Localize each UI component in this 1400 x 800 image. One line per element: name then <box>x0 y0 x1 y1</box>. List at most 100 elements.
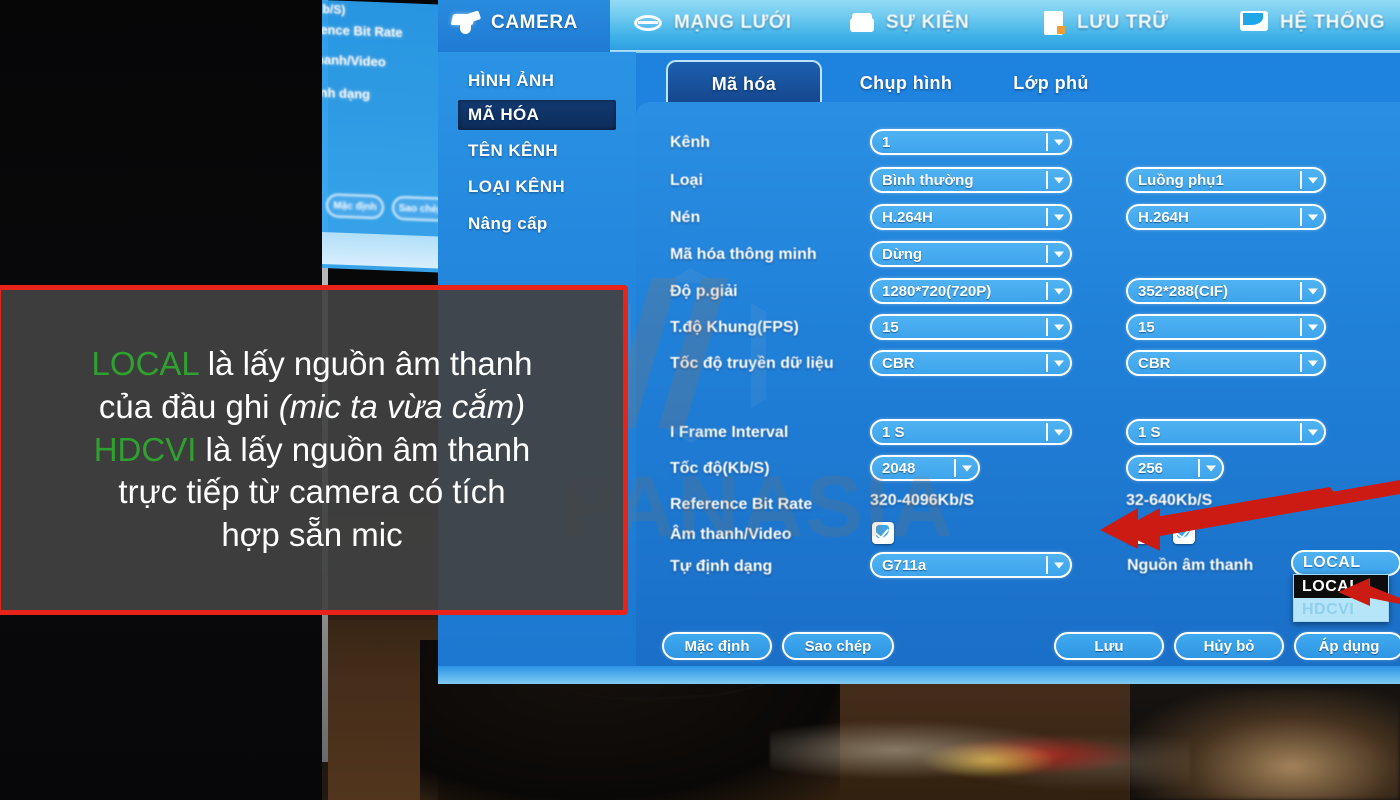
chevron-down-icon <box>1304 319 1321 336</box>
select-sub-loai[interactable]: Luồng phụ1 <box>1126 167 1326 193</box>
button-luu[interactable]: Lưu <box>1054 632 1164 660</box>
menu-item-network[interactable]: MẠNG LƯỚI <box>634 0 792 52</box>
chevron-down-icon <box>1050 557 1067 574</box>
subtitle-keyword-local: LOCAL <box>91 344 199 382</box>
background-cables <box>770 700 1190 800</box>
value-sub-bitrate-type: CBR <box>1138 354 1171 372</box>
sidebar-item-hinh-anh[interactable]: HÌNH ẢNH <box>458 66 616 96</box>
menu-item-camera[interactable]: CAMERA <box>438 0 610 52</box>
value-encode-format: G711a <box>882 556 927 574</box>
select-iframe[interactable]: 1 S <box>870 419 1072 445</box>
select-nen[interactable]: H.264H <box>870 204 1072 230</box>
reflected-text-2: Âm thanh/Video <box>322 51 386 70</box>
sidebar-item-ten-kenh[interactable]: TÊN KÊNH <box>458 136 616 166</box>
value-sub-loai: Luồng phụ1 <box>1138 171 1224 189</box>
select-sub-do-phan-giai[interactable]: 352*288(CIF) <box>1126 278 1326 304</box>
button-label-sao-chep: Sao chép <box>804 637 872 655</box>
dropdown-option-hdcvi[interactable]: HDCVI <box>1294 598 1388 621</box>
select-loai[interactable]: Bình thường <box>870 167 1072 193</box>
subtitle-line-3: HDCVI là lấy nguồn âm thanh <box>94 429 531 472</box>
menu-label-event: SỰ KIỆN <box>886 12 970 33</box>
system-icon <box>1240 11 1270 35</box>
value-nen: H.264H <box>882 208 933 226</box>
value-sub-iframe: 1 S <box>1138 423 1161 441</box>
storage-icon <box>1043 10 1067 36</box>
select-sub-fps[interactable]: 15 <box>1126 314 1326 340</box>
tab-bar: Mã hóa Chụp hình Lớp phủ <box>636 60 1400 106</box>
subtitle-line-4: trực tiếp từ camera có tích <box>118 473 506 511</box>
value-kenh: 1 <box>882 133 891 151</box>
select-bitrate-type[interactable]: CBR <box>870 350 1072 376</box>
audio-source-dropdown-list[interactable]: LOCAL HDCVI <box>1293 574 1389 622</box>
checkbox-audio-source-enable[interactable] <box>1173 522 1195 544</box>
tab-label-chup-hinh: Chụp hình <box>859 72 953 93</box>
label-do-phan-giai: Độ p.giải <box>670 283 738 300</box>
button-mac-dinh[interactable]: Mặc định <box>662 632 772 660</box>
select-sub-nen[interactable]: H.264H <box>1126 204 1326 230</box>
value-iframe: 1 S <box>882 423 905 441</box>
chevron-down-icon <box>1304 283 1321 300</box>
label-reference-bitrate: Reference Bit Rate <box>670 496 813 513</box>
value-fps: 15 <box>882 318 899 336</box>
button-label-mac-dinh: Mặc định <box>684 637 750 655</box>
checkbox-audio-video-sub[interactable] <box>1127 522 1149 544</box>
subtitle-line-2-plain: của đầu ghi <box>98 387 279 425</box>
sidebar-item-ma-hoa[interactable]: MÃ HÓA <box>458 100 616 130</box>
select-sub-iframe[interactable]: 1 S <box>1126 419 1326 445</box>
menu-item-storage[interactable]: LƯU TRỮ <box>1043 0 1169 52</box>
button-ap-dung[interactable]: Áp dụng <box>1294 632 1400 660</box>
subtitle-line-1: LOCAL là lấy nguồn âm thanh <box>92 343 533 386</box>
subtitle-line-5: hợp sẵn mic <box>221 516 403 554</box>
value-smart-codec: Dừng <box>882 245 923 263</box>
button-sao-chep[interactable]: Sao chép <box>782 632 894 660</box>
checkbox-audio-video-main[interactable] <box>872 522 894 544</box>
chevron-down-icon <box>1050 355 1067 372</box>
label-encode-format: Tự định dạng <box>670 558 773 575</box>
value-sub-fps: 15 <box>1138 318 1155 336</box>
subtitle-line-2-italic: (mic ta vừa cắm) <box>278 387 526 425</box>
label-bitrate-type: Tốc độ truyền dữ liệu <box>670 355 834 372</box>
chevron-down-icon <box>1304 172 1321 189</box>
reflected-text-1: Reference Bit Rate <box>322 20 403 41</box>
select-smart-codec[interactable]: Dừng <box>870 241 1072 267</box>
reflected-footer <box>322 232 442 269</box>
chevron-down-icon <box>1304 355 1321 372</box>
menu-item-system[interactable]: HỆ THỐNG <box>1240 0 1385 52</box>
sidebar-item-nang-cap[interactable]: Nâng cấp <box>458 209 616 239</box>
select-bitrate[interactable]: 2048 <box>870 455 980 481</box>
subtitle-line-3-rest: là lấy nguồn âm thanh <box>196 430 531 468</box>
value-bitrate: 2048 <box>882 459 916 477</box>
value-sub-nen: H.264H <box>1138 208 1189 226</box>
tab-ma-hoa[interactable]: Mã hóa <box>666 60 822 106</box>
button-huy-bo[interactable]: Hủy bỏ <box>1174 632 1284 660</box>
value-do-phan-giai: 1280*720(720P) <box>882 282 992 300</box>
select-encode-format[interactable]: G711a <box>870 552 1072 578</box>
tab-label-lop-phu: Lớp phủ <box>1013 72 1089 93</box>
menu-label-system: HỆ THỐNG <box>1280 12 1386 33</box>
value-reference-bitrate-main: 320-4096Kb/S <box>870 492 975 509</box>
tab-lop-phu[interactable]: Lớp phủ <box>986 60 1116 106</box>
chevron-down-icon <box>1304 424 1321 441</box>
subtitle-line-1-rest: là lấy nguồn âm thanh <box>198 344 533 382</box>
subtitle-line-2: của đầu ghi (mic ta vừa cắm) <box>99 386 525 429</box>
select-do-phan-giai[interactable]: 1280*720(720P) <box>870 278 1072 304</box>
select-sub-bitrate-type[interactable]: CBR <box>1126 350 1326 376</box>
select-kenh[interactable]: 1 <box>870 129 1072 155</box>
select-audio-source[interactable]: LOCAL <box>1291 550 1400 576</box>
label-nen: Nén <box>670 209 701 226</box>
menu-item-event[interactable]: SỰ KIỆN <box>848 0 969 52</box>
select-sub-bitrate[interactable]: 256 <box>1126 455 1224 481</box>
subtitle-overlay: LOCAL là lấy nguồn âm thanh của đầu ghi … <box>0 285 628 615</box>
network-icon <box>634 12 664 34</box>
value-audio-source: LOCAL <box>1303 554 1361 571</box>
select-fps[interactable]: 15 <box>870 314 1072 340</box>
chevron-down-icon <box>1050 246 1067 263</box>
menu-label-network: MẠNG LƯỚI <box>674 12 792 33</box>
sidebar-item-loai-kenh[interactable]: LOẠI KÊNH <box>458 172 616 202</box>
chevron-down-icon <box>1050 319 1067 336</box>
label-loai: Loại <box>670 172 703 189</box>
dropdown-option-local[interactable]: LOCAL <box>1294 575 1388 598</box>
label-kenh: Kênh <box>670 134 710 151</box>
chevron-down-icon <box>1050 172 1067 189</box>
tab-chup-hinh[interactable]: Chụp hình <box>836 60 976 106</box>
